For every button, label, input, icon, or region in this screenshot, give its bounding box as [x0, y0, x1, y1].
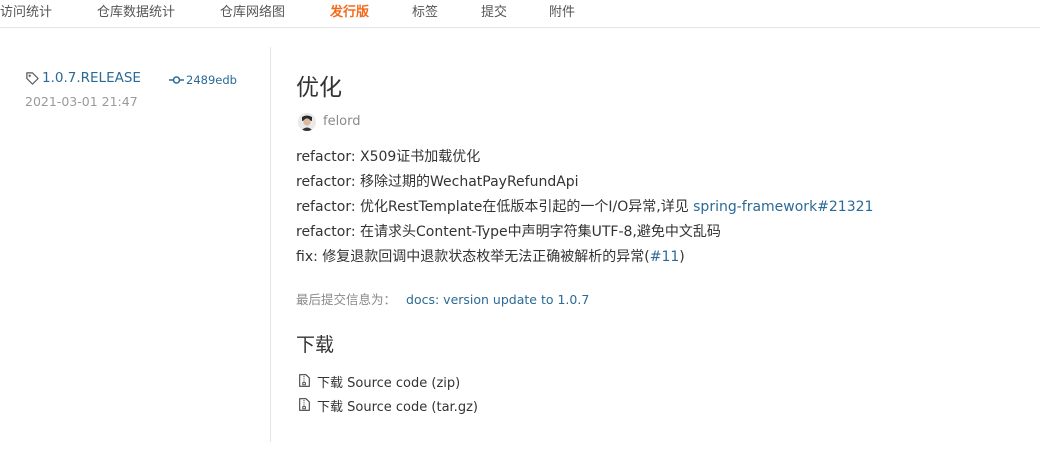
- last-commit-message-link[interactable]: docs: version update to 1.0.7: [406, 292, 589, 307]
- release-tag-name[interactable]: 1.0.7.RELEASE: [42, 70, 141, 86]
- file-zip-icon: [299, 374, 310, 387]
- last-commit-info: 最后提交信息为： docs: version update to 1.0.7: [296, 289, 589, 308]
- column-divider: [270, 47, 271, 442]
- release-note-line: refactor: 移除过期的WechatPayRefundApi: [296, 171, 579, 191]
- release-note-line: fix: 修复退款回调中退款状态枚举无法正确被解析的异常(#11): [296, 246, 685, 266]
- issue-link-11[interactable]: #11: [650, 249, 680, 265]
- file-zip-icon: [299, 398, 310, 411]
- release-date: 2021-03-01 21:47: [25, 94, 138, 109]
- release-note-text: refactor: 优化RestTemplate在低版本引起的一个I/O异常,详…: [296, 199, 694, 215]
- last-commit-label: 最后提交信息为：: [296, 292, 397, 307]
- tab-tags[interactable]: 标签: [412, 1, 438, 20]
- release-note-text: refactor: 在请求头Content-Type中声明字符集UTF-8,避免…: [296, 224, 721, 240]
- tab-repo-network[interactable]: 仓库网络图: [220, 1, 285, 20]
- author-name[interactable]: felord: [323, 114, 361, 129]
- commit-icon: [169, 76, 184, 84]
- release-note-suffix: ): [679, 249, 685, 265]
- download-zip-label[interactable]: 下载 Source code (zip): [317, 372, 460, 391]
- download-targz-label[interactable]: 下载 Source code (tar.gz): [317, 396, 478, 415]
- issue-link-spring-framework[interactable]: spring-framework#21321: [693, 199, 873, 215]
- release-title: 优化: [296, 75, 342, 101]
- downloads-heading: 下载: [296, 334, 335, 356]
- release-note-text: refactor: X509证书加载优化: [296, 149, 481, 165]
- avatar-image-icon: [298, 113, 316, 131]
- avatar[interactable]: [298, 113, 316, 131]
- tab-attachments[interactable]: 附件: [549, 1, 575, 20]
- tab-releases[interactable]: 发行版: [330, 1, 369, 20]
- release-note-line: refactor: 在请求头Content-Type中声明字符集UTF-8,避免…: [296, 221, 721, 241]
- release-note-text: fix: 修复退款回调中退款状态枚举无法正确被解析的异常(: [296, 249, 650, 265]
- tab-commits[interactable]: 提交: [481, 1, 507, 20]
- release-note-line: refactor: X509证书加载优化: [296, 146, 480, 166]
- release-note-line: refactor: 优化RestTemplate在低版本引起的一个I/O异常,详…: [296, 196, 873, 216]
- commit-hash[interactable]: 2489edb: [186, 73, 237, 87]
- release-note-text: refactor: 移除过期的WechatPayRefundApi: [296, 174, 579, 190]
- repo-tab-bar: 访问统计 仓库数据统计 仓库网络图 发行版 标签 提交 附件: [0, 0, 1040, 28]
- tab-visit-stats[interactable]: 访问统计: [0, 1, 52, 20]
- tag-icon: [26, 72, 39, 85]
- tab-repo-data-stats[interactable]: 仓库数据统计: [97, 1, 175, 20]
